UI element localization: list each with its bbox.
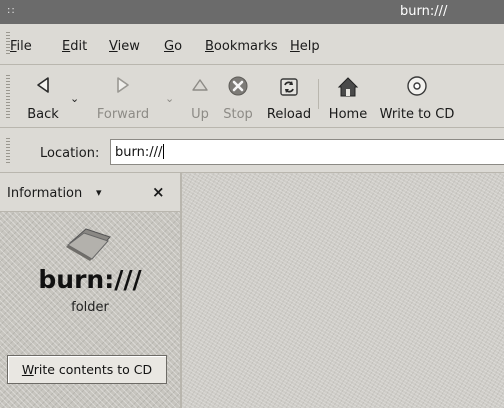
stop-button[interactable]: Stop bbox=[219, 65, 257, 127]
menu-go[interactable]: Go bbox=[164, 39, 182, 54]
menu-edit[interactable]: Edit bbox=[62, 39, 87, 54]
back-label: Back bbox=[27, 107, 59, 122]
toolbar-separator bbox=[318, 79, 319, 109]
forward-label: Forward bbox=[96, 107, 150, 122]
forward-arrow-icon bbox=[117, 77, 129, 93]
toolbar: Back ⌄ Forward ⌄ Up Stop Reload Home Wri… bbox=[0, 65, 504, 128]
menu-file[interactable]: File bbox=[10, 39, 32, 54]
forward-history-dropdown[interactable]: ⌄ bbox=[165, 92, 174, 105]
menu-bookmarks[interactable]: Bookmarks bbox=[205, 39, 278, 54]
home-button[interactable]: Home bbox=[326, 65, 370, 127]
forward-button[interactable]: Forward bbox=[86, 65, 160, 127]
toolbar-handle[interactable] bbox=[6, 75, 10, 119]
up-arrow-icon bbox=[192, 79, 208, 91]
stop-label: Stop bbox=[223, 107, 253, 122]
reload-button[interactable]: Reload bbox=[262, 65, 316, 127]
menu-view[interactable]: View bbox=[109, 39, 140, 54]
location-bar: Location: burn:/// bbox=[0, 128, 504, 173]
chevron-down-icon[interactable]: ▾ bbox=[96, 186, 102, 199]
folder-icon bbox=[66, 228, 111, 261]
location-value: burn:/// bbox=[115, 145, 163, 160]
locationbar-handle[interactable] bbox=[6, 138, 10, 164]
menu-bar: File Edit View Go Bookmarks Help bbox=[0, 24, 504, 65]
location-label: Location: bbox=[40, 146, 100, 161]
write-contents-to-cd-button[interactable]: Write contents to CD bbox=[7, 355, 167, 384]
reload-icon bbox=[280, 78, 298, 96]
window-title: burn:/// bbox=[400, 4, 448, 19]
side-pane-header: Information ▾ × bbox=[0, 173, 180, 212]
selected-item-type: folder bbox=[71, 300, 109, 315]
back-arrow-icon bbox=[37, 77, 49, 93]
up-button[interactable]: Up bbox=[186, 65, 214, 127]
home-label: Home bbox=[328, 107, 368, 122]
window-menu-grip[interactable]: :: bbox=[7, 5, 16, 16]
location-input[interactable]: burn:/// bbox=[110, 139, 504, 165]
side-pane: Information ▾ × burn:/// folder Write co… bbox=[0, 173, 182, 408]
title-bar[interactable]: :: burn:/// bbox=[0, 0, 504, 24]
write-to-cd-label: Write to CD bbox=[379, 107, 455, 122]
write-to-cd-button[interactable]: Write to CD bbox=[374, 65, 460, 127]
home-icon bbox=[337, 77, 359, 97]
back-history-dropdown[interactable]: ⌄ bbox=[70, 92, 79, 105]
back-button[interactable]: Back bbox=[14, 65, 72, 127]
selected-item-name: burn:/// bbox=[38, 265, 142, 294]
text-caret bbox=[163, 144, 165, 159]
cd-icon bbox=[407, 76, 427, 96]
close-icon[interactable]: × bbox=[152, 183, 165, 201]
file-view-area[interactable] bbox=[182, 173, 504, 408]
up-label: Up bbox=[191, 107, 209, 122]
menu-help[interactable]: Help bbox=[290, 39, 320, 54]
reload-label: Reload bbox=[266, 107, 312, 122]
stop-icon bbox=[228, 76, 248, 96]
side-pane-selector[interactable]: Information bbox=[7, 186, 82, 201]
